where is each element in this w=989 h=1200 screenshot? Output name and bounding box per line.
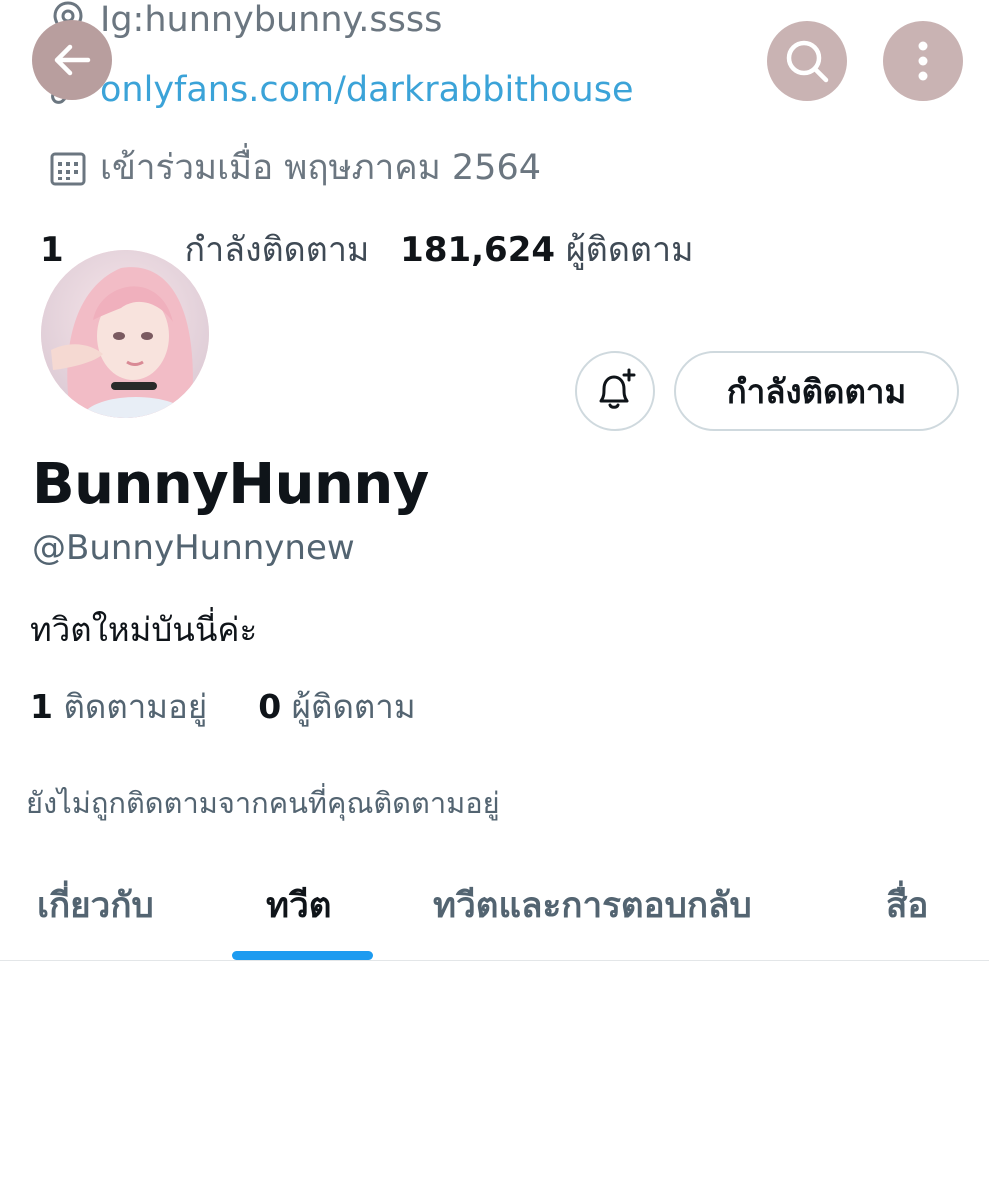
joined-text: เข้าร่วมเมื่อ พฤษภาคม 2564 (100, 148, 541, 188)
joined-row: เข้าร่วมเมื่อ พฤษภาคม 2564 (48, 140, 541, 195)
tab-about[interactable]: เกี่ยวกับ (37, 878, 154, 933)
profile-link[interactable]: onlyfans.com/darkrabbithouse (100, 70, 633, 110)
calendar-icon (48, 148, 88, 188)
bg-followers-label: ผู้ติดตาม (565, 230, 694, 270)
followers-label: ผู้ติดตาม (291, 687, 416, 726)
followers-stat[interactable]: 0 ผู้ติดตาม (258, 687, 415, 726)
arrow-left-icon (54, 44, 91, 76)
back-button[interactable] (32, 20, 112, 100)
following-stat[interactable]: 1 ติดตามอยู่ (30, 687, 207, 726)
user-handle: @BunnyHunnynew (32, 528, 355, 568)
location-row: Ig:hunnybunny.ssss (48, 0, 442, 40)
tab-media[interactable]: สื่อ (886, 878, 928, 933)
bell-plus-icon (599, 368, 636, 409)
search-icon (786, 40, 829, 83)
bio: ทวิตใหม่บันนี่ค่ะ (30, 610, 258, 649)
notifications-button[interactable] (575, 351, 655, 431)
search-button[interactable] (767, 21, 847, 101)
not-followed-notice: ยังไม่ถูกติดตามจากคนที่คุณติดตามอยู่ (26, 786, 500, 820)
active-tab-indicator (232, 951, 373, 960)
display-name: BunnyHunny (32, 452, 429, 517)
link-row[interactable]: onlyfans.com/darkrabbithouse (48, 70, 633, 110)
avatar[interactable] (37, 246, 213, 422)
tab-tweets[interactable]: ทวีต (266, 878, 331, 933)
location-text: Ig:hunnybunny.ssss (100, 0, 443, 40)
bg-following-label: กำลังติดตาม (184, 230, 370, 270)
following-label: ติดตามอยู่ (63, 687, 208, 726)
followers-count: 0 (258, 687, 282, 726)
more-button[interactable] (883, 21, 963, 101)
follow-stats: 1 ติดตามอยู่ 0 ผู้ติดตาม (30, 680, 416, 733)
profile-tabs: เกี่ยวกับ ทวีต ทวีตและการตอบกลับ สื่อ (0, 860, 989, 961)
bg-following-count: 1 (40, 230, 64, 270)
following-count: 1 (30, 687, 53, 726)
avatar-image (41, 250, 209, 418)
tab-tweets-and-replies[interactable]: ทวีตและการตอบกลับ (433, 878, 752, 933)
following-button[interactable]: กำลังติดตาม (674, 351, 959, 431)
bg-followers-count: 181,624 (400, 230, 556, 270)
more-vertical-icon (918, 41, 928, 81)
